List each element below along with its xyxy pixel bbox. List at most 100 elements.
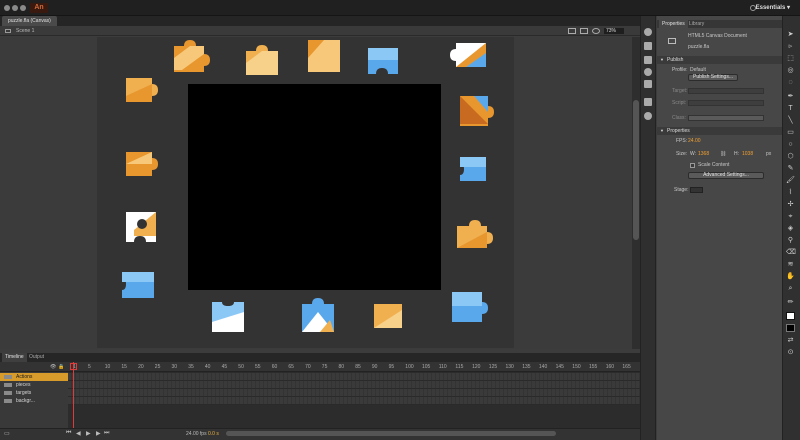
center-stage-icon[interactable]: [592, 28, 600, 34]
step-back-icon[interactable]: ◀: [76, 430, 81, 437]
puzzle-piece[interactable]: [124, 210, 158, 244]
tab-timeline[interactable]: Timeline: [2, 353, 27, 362]
zoom-tool-icon[interactable]: ⌕: [786, 284, 795, 293]
section-publish[interactable]: Publish: [657, 56, 782, 64]
go-to-first-frame-icon[interactable]: ⏮: [66, 430, 71, 437]
script-select[interactable]: [688, 100, 764, 106]
zoom-field[interactable]: 73%: [604, 28, 624, 34]
workspace-switcher[interactable]: Essentials ▾: [756, 3, 790, 13]
playhead-handle[interactable]: [70, 363, 77, 370]
advanced-settings-button[interactable]: Advanced Settings...: [688, 172, 764, 179]
edit-symbol-icon[interactable]: [580, 28, 588, 34]
frame-number: 135: [522, 364, 531, 370]
puzzle-piece[interactable]: [372, 302, 404, 330]
line-tool-icon[interactable]: ╲: [786, 116, 795, 125]
puzzle-piece[interactable]: [120, 270, 158, 300]
puzzle-piece[interactable]: [124, 76, 160, 104]
scene-label[interactable]: Scene 1: [16, 26, 34, 36]
tab-properties[interactable]: Properties: [659, 20, 688, 28]
frame-row[interactable]: [68, 373, 640, 381]
puzzle-piece[interactable]: [456, 92, 494, 128]
playhead[interactable]: [73, 362, 74, 428]
puzzle-board-target-area[interactable]: [188, 84, 441, 290]
puzzle-piece[interactable]: [124, 150, 160, 178]
frame-number: 35: [188, 364, 194, 370]
visibility-icon[interactable]: 👁: [50, 364, 56, 370]
hand-tool-icon[interactable]: ✋: [786, 272, 795, 281]
puzzle-piece[interactable]: [300, 298, 336, 334]
free-transform-icon[interactable]: ⬚: [786, 54, 795, 63]
subselection-tool-icon[interactable]: ▹: [786, 42, 795, 51]
width-tool-icon[interactable]: ≋: [786, 260, 795, 269]
swap-colors-icon[interactable]: ⇄: [786, 336, 795, 345]
paint-brush-icon[interactable]: ⌇: [786, 188, 795, 197]
transform-icon[interactable]: [644, 80, 652, 88]
paint-bucket-icon[interactable]: ◈: [786, 224, 795, 233]
puzzle-piece[interactable]: [455, 218, 493, 250]
step-forward-icon[interactable]: ▶: [96, 430, 101, 437]
puzzle-piece[interactable]: [450, 290, 490, 324]
tab-output[interactable]: Output: [26, 353, 47, 362]
frame-row[interactable]: [68, 397, 640, 405]
time-readout[interactable]: 0.0 s: [208, 431, 219, 437]
maximize-window-button[interactable]: [20, 5, 26, 11]
code-snippets-icon[interactable]: [644, 98, 652, 106]
target-select[interactable]: [688, 88, 764, 94]
text-tool-icon[interactable]: T: [786, 104, 795, 113]
width-value[interactable]: 1368: [698, 151, 709, 157]
timeline-scroll-thumb[interactable]: [226, 431, 556, 436]
go-to-last-frame-icon[interactable]: ⏭: [104, 430, 109, 437]
polystar-tool-icon[interactable]: ⬡: [786, 152, 795, 161]
minimize-window-button[interactable]: [12, 5, 18, 11]
frame-number: 125: [488, 364, 498, 370]
components-icon[interactable]: [644, 112, 652, 120]
3d-rotation-icon[interactable]: ◎: [786, 66, 795, 75]
bone-tool-icon[interactable]: ✢: [786, 200, 795, 209]
selection-tool-icon[interactable]: ➤: [786, 30, 795, 39]
fps-readout[interactable]: 24.00 fps: [186, 431, 207, 437]
class-field[interactable]: [688, 115, 764, 121]
close-window-button[interactable]: [4, 5, 10, 11]
lock-icon[interactable]: 🔒: [58, 364, 64, 370]
document-tab[interactable]: puzzle.fla (Canvas): [2, 16, 57, 26]
vertical-scroll-thumb[interactable]: [633, 100, 639, 240]
lasso-tool-icon[interactable]: ◌: [786, 78, 795, 87]
puzzle-piece[interactable]: [458, 155, 490, 183]
puzzle-piece[interactable]: [210, 300, 246, 334]
swatches-icon[interactable]: [644, 42, 652, 50]
tab-library[interactable]: Library: [686, 20, 707, 28]
scene-icon: [5, 29, 11, 33]
fill-color-swatch[interactable]: [786, 324, 795, 332]
oval-tool-icon[interactable]: ○: [786, 140, 795, 149]
new-layer-icon[interactable]: ▭: [4, 430, 10, 437]
stroke-color-swatch[interactable]: [786, 312, 795, 320]
stage-color-swatch[interactable]: [690, 187, 703, 193]
play-icon[interactable]: ▶: [86, 430, 91, 437]
rectangle-tool-icon[interactable]: ▭: [786, 128, 795, 137]
section-properties[interactable]: Properties: [657, 127, 782, 135]
puzzle-piece[interactable]: [306, 38, 342, 74]
eyedropper-icon[interactable]: ⚲: [786, 236, 795, 245]
brush-tool-icon[interactable]: 🖌: [786, 176, 795, 185]
stroke-color-icon[interactable]: ✏: [786, 298, 795, 307]
frame-row[interactable]: [68, 381, 640, 389]
puzzle-piece[interactable]: [244, 45, 280, 75]
align-icon[interactable]: [644, 56, 652, 64]
pencil-tool-icon[interactable]: ✎: [786, 164, 795, 173]
info-icon[interactable]: [644, 68, 652, 76]
height-value[interactable]: 1038: [742, 151, 753, 157]
fps-value[interactable]: 24.00: [688, 138, 701, 144]
puzzle-piece[interactable]: [366, 46, 400, 76]
edit-scene-icon[interactable]: [568, 28, 576, 34]
bind-tool-icon[interactable]: ⌖: [786, 212, 795, 221]
eraser-tool-icon[interactable]: ⌫: [786, 248, 796, 257]
link-icon[interactable]: ⛓: [720, 151, 726, 157]
puzzle-piece[interactable]: [170, 40, 212, 72]
scale-content-checkbox[interactable]: [690, 163, 695, 168]
publish-settings-button[interactable]: Publish Settings...: [688, 74, 738, 81]
frame-row[interactable]: [68, 389, 640, 397]
snap-to-objects-icon[interactable]: ⊙: [786, 348, 795, 357]
pen-tool-icon[interactable]: ✒: [786, 92, 795, 101]
puzzle-piece[interactable]: [450, 41, 490, 69]
color-panel-icon[interactable]: [644, 28, 652, 36]
